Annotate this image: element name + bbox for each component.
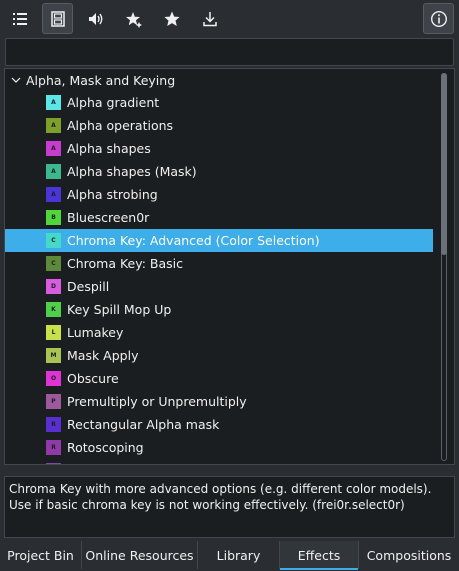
active-tab-indicator [280,568,358,570]
effect-letter-icon: A [46,164,61,179]
effect-label: Rotoscoping [67,440,144,455]
effect-label: Bluescreen0r [67,210,150,225]
effect-letter-icon: L [46,325,61,340]
info-icon [430,10,447,27]
effect-item[interactable]: A Alpha shapes (Mask) [5,160,433,183]
effect-item[interactable]: D Despill [5,275,433,298]
effect-letter-icon: C [46,233,61,248]
effect-item[interactable]: P Premultiply or Unpremultiply [5,390,433,413]
effect-letter-icon: D [46,279,61,294]
download-icon [202,11,217,26]
group-label: Alpha, Mask and Keying [26,72,176,88]
effect-label: Lumakey [67,325,124,340]
effect-item[interactable]: M Mask Apply [5,344,433,367]
effect-letter-icon: R [46,417,61,432]
tab-compositions[interactable]: Compositions [359,541,459,569]
effect-item[interactable]: R Rotoscoping [5,436,433,459]
effect-item[interactable]: L Lumakey [5,321,433,344]
effect-letter-icon: C [46,256,61,271]
effect-letter-icon: A [46,141,61,156]
effect-letter-icon: O [46,371,61,386]
tree-scrollbar[interactable] [438,71,450,463]
effect-letter-icon: R [46,440,61,455]
effect-label: Alpha strobing [67,187,158,202]
effect-item[interactable]: R Rectangular Alpha mask [5,413,433,436]
search-input[interactable] [6,39,453,65]
effect-letter-icon: P [46,394,61,409]
effect-label: Rectangular Alpha mask [67,417,220,432]
group-alpha-mask-keying[interactable]: Alpha, Mask and Keying [5,69,433,91]
effect-label: Premultiply or Unpremultiply [67,394,247,409]
tab-project-bin[interactable]: Project Bin [0,541,82,569]
star-icon [163,11,180,26]
effect-item[interactable]: S [5,459,433,464]
effect-label: Alpha gradient [67,95,160,110]
tab-library[interactable]: Library [198,541,280,569]
search-box [5,38,454,66]
list-view-button[interactable] [4,3,35,34]
effects-toolbar [0,0,459,37]
effect-label: Chroma Key: Basic [67,256,184,271]
effect-item[interactable]: A Alpha shapes [5,137,433,160]
effect-item[interactable]: A Alpha operations [5,114,433,137]
effect-label: Mask Apply [67,348,139,363]
effect-label: Despill [67,279,110,294]
dock-tabbar: Project Bin Online Resources Library Eff… [0,541,459,571]
effect-letter-icon: A [46,187,61,202]
video-effects-button[interactable] [42,3,73,34]
effect-item[interactable]: K Key Spill Mop Up [5,298,433,321]
list-icon [12,12,27,25]
effect-letter-icon: A [46,118,61,133]
effect-letter-icon: M [46,348,61,363]
effect-item[interactable]: C Chroma Key: Basic [5,252,433,275]
effect-item[interactable]: A Alpha strobing [5,183,433,206]
star-sparkle-icon [125,11,142,28]
scrollbar-thumb[interactable] [441,73,447,255]
effect-letter-icon: A [46,95,61,110]
info-button[interactable] [423,3,454,34]
effect-item[interactable]: O Obscure [5,367,433,390]
effect-item[interactable]: A Alpha gradient [5,91,433,114]
favorites-button[interactable] [156,3,187,34]
chevron-down-icon[interactable] [8,72,24,88]
effect-label: Alpha operations [67,118,174,133]
effect-label: Alpha shapes (Mask) [67,164,197,179]
effect-label: Alpha shapes [67,141,151,156]
effect-label: Key Spill Mop Up [67,302,172,317]
effect-label: Obscure [67,371,119,386]
download-button[interactable] [194,3,225,34]
effect-description: Chroma Key with more advanced options (e… [4,476,455,538]
effect-item[interactable]: C Chroma Key: Advanced (Color Selection) [5,229,433,252]
effect-letter-icon: K [46,302,61,317]
tab-online-resources[interactable]: Online Resources [82,541,198,569]
film-icon [50,10,65,27]
effect-letter-icon: S [46,463,61,464]
audio-effects-button[interactable] [80,3,111,34]
effect-letter-icon: B [46,210,61,225]
effect-item[interactable]: B Bluescreen0r [5,206,433,229]
custom-effects-button[interactable] [118,3,149,34]
tab-effects[interactable]: Effects [280,541,359,570]
effects-tree[interactable]: Alpha, Mask and Keying A Alpha gradient A A… [4,68,455,465]
speaker-icon [88,12,102,25]
effect-label: Chroma Key: Advanced (Color Selection) [67,233,320,248]
